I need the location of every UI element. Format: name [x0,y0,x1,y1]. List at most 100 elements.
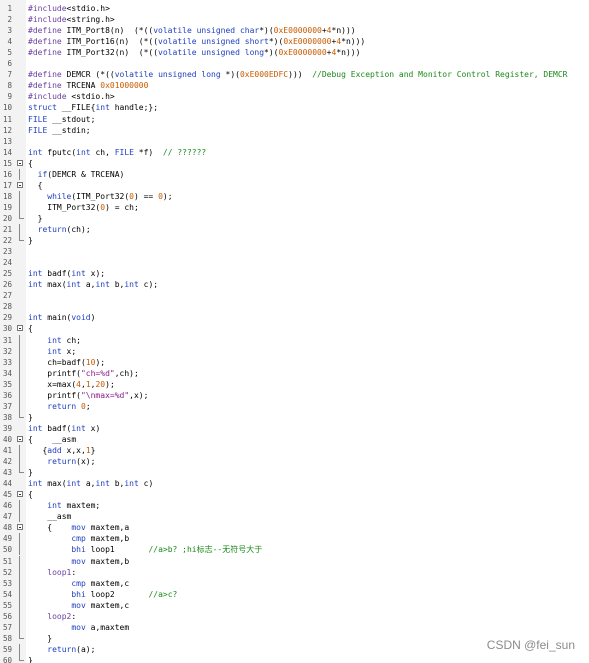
code-line[interactable]: 50 bhi loop1 //a>b? ;hi标志--无符号大于 [0,544,589,556]
code-line[interactable]: 52 loop1: [0,566,589,578]
code-line[interactable]: 51 mov maxtem,b [0,555,589,567]
line-number: 39 [2,423,12,433]
code-text: return(a); [47,644,96,654]
code-line[interactable]: 2 #include<string.h> [0,14,589,25]
code-line[interactable]: 13 [0,136,589,147]
fold-line-marker [19,500,20,512]
code-line[interactable]: 28 [0,301,589,312]
fold-line-marker [19,400,20,412]
code-line[interactable]: 11 FILE __stdout; [0,114,589,125]
code-line[interactable]: 6 [0,58,589,69]
code-line[interactable]: 5 #define ITM_Port32(n) (*((volatile unsi… [0,47,589,58]
code-line[interactable]: 34 printf("ch=%d",ch); [0,367,589,379]
fold-line-marker [19,511,20,523]
code-line[interactable]: 10 struct __FILE{int handle;}; [0,102,589,113]
code-text: } [28,412,33,422]
fold-line-marker [19,445,20,456]
code-line[interactable]: 46 int maxtem; [0,500,589,512]
line-number: 10 [2,103,12,113]
fold-toggle-icon[interactable] [17,159,23,166]
code-line[interactable]: 18 while(ITM_Port32(0) == 0); [0,190,589,202]
fold-end-marker [19,212,24,219]
code-line[interactable]: 55 mov maxtem,c [0,599,589,611]
code-line[interactable]: 60} [0,654,589,663]
code-text: { [28,324,33,334]
code-line[interactable]: 57 mov a,maxtem [0,621,589,633]
fold-toggle-icon[interactable] [17,491,23,498]
fold-line-marker [19,389,20,401]
code-line[interactable]: 16 if(DEMCR & TRCENA) [0,168,589,180]
fold-toggle-icon[interactable] [17,181,23,188]
code-line[interactable]: 25 int badf(int x); [0,268,589,279]
code-line[interactable]: 31 int ch; [0,334,589,346]
code-line[interactable]: 53 cmp maxtem,c [0,577,589,589]
code-line[interactable]: 24 [0,257,589,268]
line-number: 52 [2,567,12,577]
fold-line-marker [19,566,20,578]
code-line[interactable]: 39 int badf(int x) [0,423,589,434]
code-line[interactable]: 30 { [0,323,589,334]
fold-line-marker [19,533,20,545]
fold-toggle-icon[interactable] [17,524,23,531]
line-number: 42 [2,457,12,467]
code-text: #define TRCENA 0x01000000 [28,81,149,91]
code-line[interactable]: 7 #define DEMCR (*((volatile unsigned lon… [0,69,589,80]
code-line[interactable]: 3 #define ITM_Port8(n) (*((volatile unsig… [0,25,589,36]
code-line[interactable]: 8 #define TRCENA 0x01000000 [0,80,589,91]
code-line[interactable]: 42 return(x); [0,456,589,468]
fold-end-marker [19,235,24,242]
code-line[interactable]: 37 return 0; [0,400,589,412]
fold-line-marker [19,201,20,213]
code-line[interactable]: 54 bhi loop2 //a>c? [0,588,589,600]
code-line[interactable]: 43} [0,467,589,478]
fold-end-marker [19,654,24,661]
code-line[interactable]: 45 { [0,489,589,500]
line-number: 11 [2,114,12,124]
line-number: 28 [2,302,12,312]
code-line[interactable]: 22} [0,235,589,246]
code-line[interactable]: 38} [0,411,589,423]
fold-line-marker [19,643,20,655]
code-line[interactable]: 49 cmp maxtem,b [0,533,589,545]
code-editor[interactable]: 1 #include<stdio.h> 2 #include<string.h> 3 #d… [0,0,589,663]
code-line[interactable]: 23 [0,246,589,257]
code-line[interactable]: 29 int main(void) [0,312,589,323]
code-line[interactable]: 36 printf("\nmax=%d",x); [0,389,589,401]
code-line[interactable]: 9 #include <stdio.h> [0,91,589,102]
code-line[interactable]: 32 int x; [0,345,589,357]
code-line[interactable]: 40 { __asm [0,434,589,445]
code-text: bhi loop1 //a>b? ;hi标志--无符号大于 [71,545,263,555]
code-line[interactable]: 1 #include<stdio.h> [0,3,589,14]
line-number: 41 [2,446,12,455]
code-line[interactable]: 47 __asm [0,511,589,523]
code-line[interactable]: 19 ITM_Port32(0) = ch; [0,201,589,213]
line-number: 43 [2,468,12,478]
fold-toggle-icon[interactable] [17,325,23,332]
code-line[interactable]: 48 { mov maxtem,a [0,522,589,533]
fold-line-marker [19,588,20,600]
fold-line-marker [19,190,20,202]
code-line[interactable]: 41 {add x,x,1} [0,445,589,456]
code-line[interactable]: 4 #define ITM_Port16(n) (*((volatile unsi… [0,36,589,47]
code-text: printf("ch=%d",ch); [28,368,139,378]
code-line[interactable]: 14 int fputc(int ch, FILE *f) // ?????? [0,147,589,158]
code-text: int max(int a,int b,int c) [28,479,154,489]
code-line[interactable]: 56 loop2: [0,610,589,622]
code-line[interactable]: 21 return(ch); [0,224,589,235]
code-line[interactable]: 26 int max(int a,int b,int c); [0,279,589,290]
line-number: 57 [2,622,12,632]
code-line[interactable]: 44 int max(int a,int b,int c) [0,478,589,489]
code-line[interactable]: 17 { [0,180,589,191]
line-number: 14 [2,147,12,157]
code-line[interactable]: 12 FILE __stdin; [0,125,589,136]
code-line[interactable]: 15 { [0,158,589,169]
code-line[interactable]: 27 [0,290,589,301]
code-line[interactable]: 20 } [0,212,589,224]
fold-toggle-icon[interactable] [17,435,23,442]
code-text: cmp maxtem,b [71,534,130,544]
code-text: int max(int a,int b,int c); [28,280,159,290]
code-line[interactable]: 35 x=max(4,1,20); [0,378,589,390]
line-number: 12 [2,125,12,135]
fold-line-marker [19,334,20,346]
code-line[interactable]: 33 ch=badf(10); [0,356,589,368]
